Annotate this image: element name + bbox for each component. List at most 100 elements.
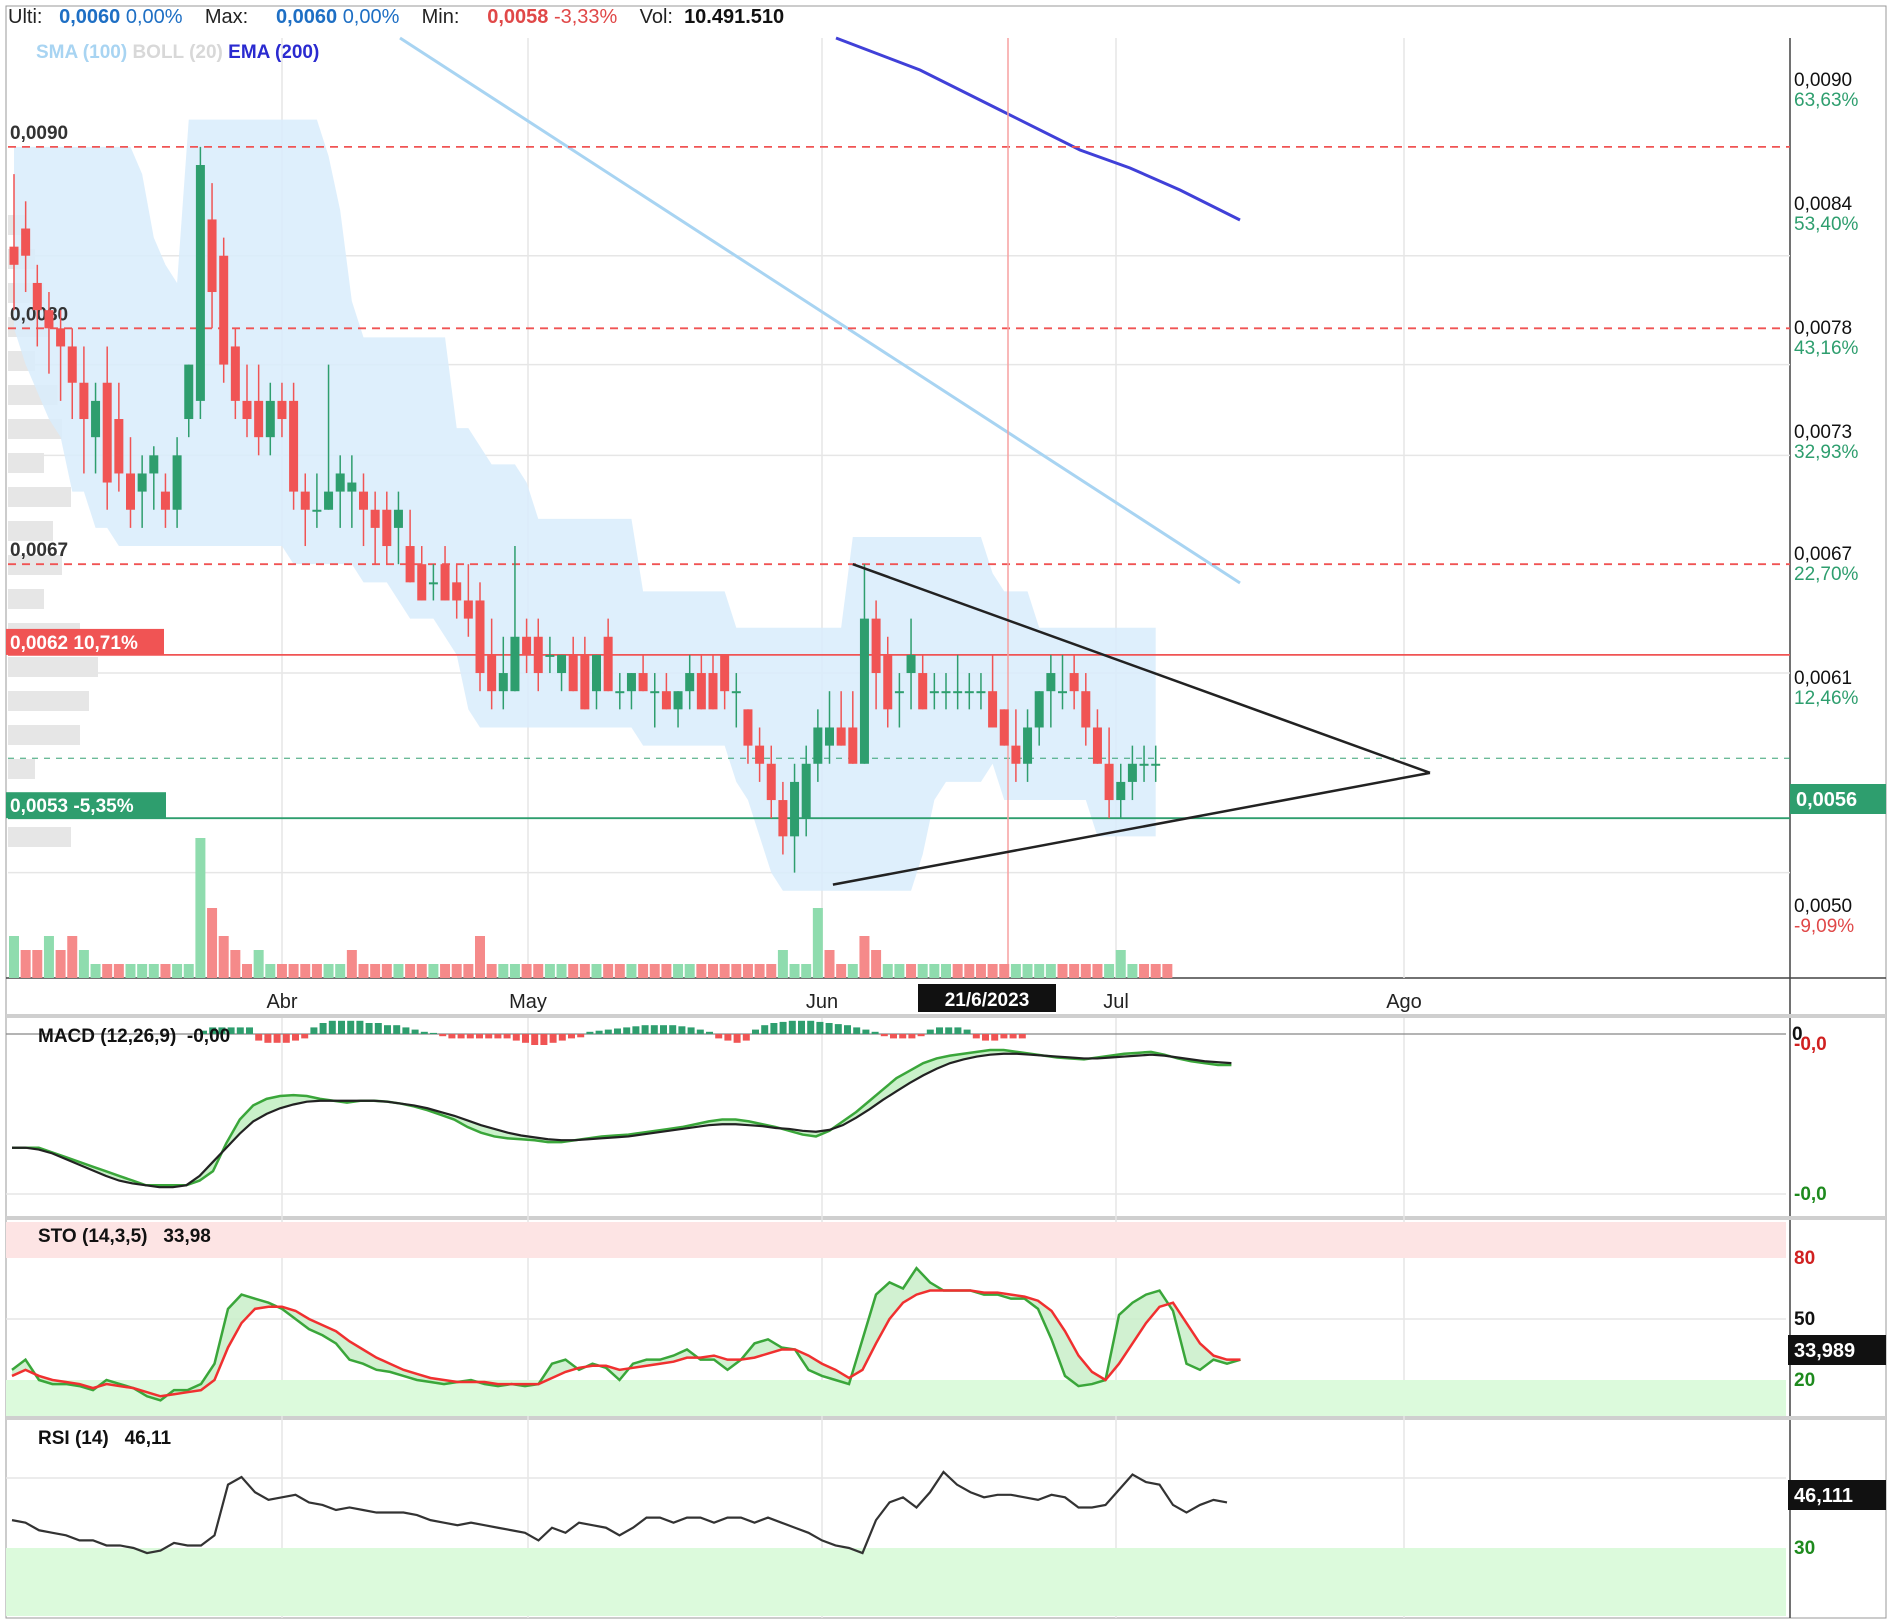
volume-bar <box>1115 950 1126 978</box>
macd-histogram-bar <box>770 1023 778 1034</box>
candle-body <box>463 600 473 619</box>
volume-bar <box>486 964 497 978</box>
candle-body <box>487 654 497 692</box>
sto-y-tick: 20 <box>1794 1370 1815 1391</box>
macd-histogram-bar <box>871 1031 879 1034</box>
volume-bar <box>265 964 276 978</box>
volume-bar <box>638 964 649 978</box>
stock-chart-window: Ulti: 0,0060 0,00% Max: 0,0060 0,00% Min… <box>0 0 1890 1622</box>
macd-line <box>12 1048 1232 1187</box>
candle-body <box>580 654 590 710</box>
candle-body <box>79 382 89 420</box>
candle-body <box>801 763 811 819</box>
volume-bar <box>288 964 299 978</box>
volume-bar <box>964 964 975 978</box>
macd-histogram-bar <box>779 1021 787 1034</box>
macd-histogram-bar <box>503 1034 511 1039</box>
panel-divider <box>6 1216 1886 1220</box>
macd-histogram-bar <box>733 1034 741 1043</box>
volume-bar <box>1034 964 1045 978</box>
y-axis-price-label: 0,0061 <box>1794 668 1852 689</box>
volume-bar <box>626 964 637 978</box>
volume-bar <box>556 964 567 978</box>
candle-body <box>836 727 846 746</box>
y-axis-price-label: 0,0067 <box>1794 544 1852 565</box>
x-tick-label: Jul <box>1103 991 1129 1013</box>
candle-body <box>1081 691 1091 728</box>
candle-body <box>755 745 765 764</box>
candle-body <box>999 709 1009 746</box>
macd-histogram-bar <box>301 1034 309 1039</box>
candle-body <box>1058 691 1067 694</box>
chart-canvas[interactable]: Abr May Jun Jul Ago0,00900,00800,00670,0062 … <box>0 0 1890 1622</box>
candle-body <box>976 691 986 694</box>
volume-bar <box>754 964 765 978</box>
candle-body <box>9 246 19 265</box>
candle-body <box>324 491 334 510</box>
y-axis-price-label: 0,0078 <box>1794 318 1852 339</box>
candle-body <box>289 400 299 492</box>
macd-histogram-bar <box>402 1027 410 1034</box>
volume-profile-bar <box>8 725 80 745</box>
candle-body <box>277 400 287 420</box>
candle-body <box>126 473 135 510</box>
volume-bar <box>766 964 777 978</box>
candle-body <box>743 709 753 746</box>
macd-histogram-bar <box>687 1027 695 1034</box>
macd-histogram-bar <box>310 1027 318 1034</box>
macd-histogram-bar <box>356 1020 364 1034</box>
macd-histogram-bar <box>862 1029 870 1034</box>
volume-profile-bar <box>8 521 53 541</box>
volume-bar <box>183 964 194 978</box>
volume-bar <box>393 964 404 978</box>
macd-histogram-bar <box>908 1034 916 1039</box>
macd-histogram-bar <box>669 1025 677 1034</box>
volume-bar <box>32 950 43 978</box>
candle-body <box>265 400 275 438</box>
macd-histogram-bar <box>457 1034 465 1039</box>
volume-bar <box>300 964 311 978</box>
candle-body <box>254 400 264 438</box>
macd-histogram-bar <box>1018 1034 1026 1039</box>
volume-bar <box>463 964 474 978</box>
candle-body <box>21 228 31 256</box>
candle-body <box>230 346 240 401</box>
candle-body <box>1069 673 1079 692</box>
macd-histogram-bar <box>917 1034 925 1037</box>
volume-bar <box>311 964 322 978</box>
volume-bar <box>719 964 730 978</box>
candle-body <box>1127 763 1137 782</box>
volume-bar <box>90 964 101 978</box>
candle-body <box>1151 763 1161 766</box>
y-axis-pct-label: 43,16% <box>1794 338 1859 359</box>
macd-histogram-bar <box>476 1034 483 1039</box>
volume-bar <box>218 936 229 978</box>
x-tick-label: May <box>509 991 547 1013</box>
macd-histogram-bar <box>328 1020 336 1034</box>
x-tick-label: Ago <box>1386 991 1422 1013</box>
macd-histogram-bar <box>945 1027 953 1034</box>
volume-bar <box>55 950 66 978</box>
y-axis-pct-label: 53,40% <box>1794 214 1859 235</box>
macd-histogram-bar <box>512 1034 520 1041</box>
macd-histogram-bar <box>522 1034 529 1043</box>
macd-histogram-bar <box>338 1020 345 1034</box>
volume-bar <box>172 964 183 978</box>
candle-body <box>1011 745 1021 764</box>
macd-histogram-bar <box>374 1023 382 1034</box>
macd-histogram-bar <box>834 1024 842 1034</box>
volume-bar <box>416 964 427 978</box>
macd-histogram-bar <box>614 1028 621 1034</box>
macd-histogram-bar <box>807 1020 815 1034</box>
macd-histogram-bar <box>936 1027 943 1034</box>
candle-body <box>1092 727 1102 764</box>
macd-histogram-bar <box>880 1034 888 1037</box>
macd-y-tick: -0,0 <box>1794 1184 1827 1205</box>
volume-profile-bar <box>8 827 71 847</box>
macd-histogram-bar <box>604 1029 612 1034</box>
candle-body <box>475 600 485 674</box>
candle-body <box>440 564 450 601</box>
candle-body <box>603 636 613 692</box>
macd-histogram-bar <box>816 1021 824 1034</box>
volume-bar <box>544 964 555 978</box>
